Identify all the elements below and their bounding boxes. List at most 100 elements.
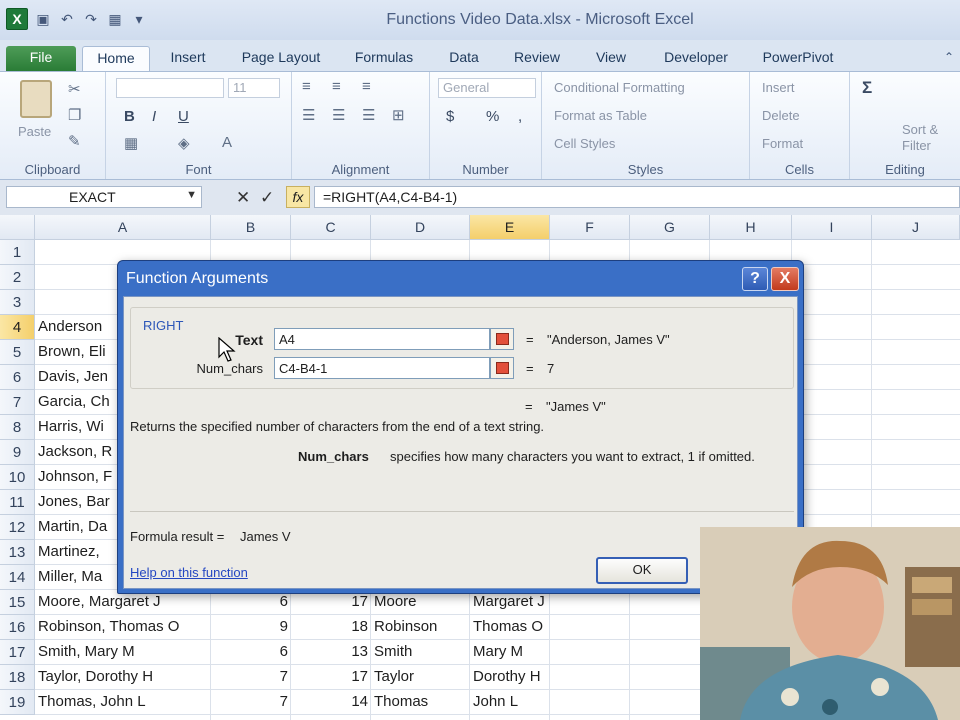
cell-a18[interactable]: Taylor, Dorothy H	[35, 665, 211, 689]
font-size-box[interactable]: 11	[228, 78, 280, 98]
align-middle-icon[interactable]: ≡	[332, 78, 341, 95]
tab-formulas[interactable]: Formulas	[346, 46, 422, 71]
currency-button[interactable]: $	[446, 108, 454, 125]
collapse-dialog-icon[interactable]	[490, 357, 514, 379]
conditional-formatting-button[interactable]: Conditional Formatting	[554, 80, 685, 95]
tab-file[interactable]: File	[6, 46, 76, 71]
row-header-13[interactable]: 13	[0, 540, 35, 565]
copy-icon[interactable]: ❐	[68, 106, 81, 124]
cell-styles-button[interactable]: Cell Styles	[554, 136, 615, 151]
row-header-4[interactable]: 4	[0, 315, 35, 340]
cell-e19[interactable]: John L	[470, 690, 550, 714]
cell-d17[interactable]: Smith	[371, 640, 470, 664]
format-as-table-button[interactable]: Format as Table	[554, 108, 647, 123]
ok-button[interactable]: OK	[596, 557, 688, 584]
underline-button[interactable]: U	[178, 108, 189, 125]
cell-c16[interactable]: 18	[291, 615, 371, 639]
cell-b19[interactable]: 7	[211, 690, 291, 714]
tab-data[interactable]: Data	[438, 46, 490, 71]
font-name-box[interactable]	[116, 78, 224, 98]
align-center-icon[interactable]: ☰	[332, 106, 345, 124]
number-format-box[interactable]: General	[438, 78, 536, 98]
cell-d19[interactable]: Thomas	[371, 690, 470, 714]
name-box[interactable]: EXACT ▼	[6, 186, 202, 208]
align-bottom-icon[interactable]: ≡	[362, 78, 371, 95]
cut-icon[interactable]: ✂	[68, 80, 81, 98]
column-header-h[interactable]: H	[710, 215, 792, 240]
insert-cells-button[interactable]: Insert	[762, 80, 795, 95]
num-chars-arg-input[interactable]: C4-B4-1	[274, 357, 490, 379]
fill-color-icon[interactable]: ◈	[178, 134, 190, 152]
column-header-f[interactable]: F	[550, 215, 630, 240]
tab-insert[interactable]: Insert	[160, 46, 216, 71]
tab-review[interactable]: Review	[506, 46, 568, 71]
paste-button[interactable]: Paste	[18, 124, 51, 139]
row-header-16[interactable]: 16	[0, 615, 35, 640]
cell-c18[interactable]: 17	[291, 665, 371, 689]
row-header-11[interactable]: 11	[0, 490, 35, 515]
tab-developer[interactable]: Developer	[654, 46, 738, 71]
cell-e18[interactable]: Dorothy H	[470, 665, 550, 689]
column-header-a[interactable]: A	[35, 215, 211, 240]
autosum-button[interactable]: Σ	[862, 78, 872, 98]
tab-page-layout[interactable]: Page Layout	[232, 46, 330, 71]
column-header-b[interactable]: B	[211, 215, 291, 240]
cell-b16[interactable]: 9	[211, 615, 291, 639]
format-cells-button[interactable]: Format	[762, 136, 803, 151]
enter-check-icon[interactable]: ✓	[260, 188, 274, 208]
cell-a16[interactable]: Robinson, Thomas O	[35, 615, 211, 639]
close-icon[interactable]: X	[771, 267, 799, 291]
align-right-icon[interactable]: ☰	[362, 106, 375, 124]
row-header-9[interactable]: 9	[0, 440, 35, 465]
row-header-10[interactable]: 10	[0, 465, 35, 490]
cell-d18[interactable]: Taylor	[371, 665, 470, 689]
cell-c19[interactable]: 14	[291, 690, 371, 714]
cell-c17[interactable]: 13	[291, 640, 371, 664]
column-header-j[interactable]: J	[872, 215, 960, 240]
format-painter-icon[interactable]: ✎	[68, 132, 81, 150]
tab-powerpivot[interactable]: PowerPivot	[754, 46, 842, 71]
sort-filter-button[interactable]: Sort &	[902, 122, 938, 137]
insert-function-icon[interactable]: fx	[286, 186, 310, 208]
help-on-function-link[interactable]: Help on this function	[130, 565, 248, 580]
align-top-icon[interactable]: ≡	[302, 78, 311, 95]
cell-a17[interactable]: Smith, Mary M	[35, 640, 211, 664]
cell-b17[interactable]: 6	[211, 640, 291, 664]
ribbon-minimize-icon[interactable]: ⌃	[944, 50, 954, 64]
delete-cells-button[interactable]: Delete	[762, 108, 800, 123]
column-header-i[interactable]: I	[792, 215, 872, 240]
comma-button[interactable]: ,	[518, 108, 522, 125]
help-icon[interactable]: ?	[742, 267, 768, 291]
row-header-14[interactable]: 14	[0, 565, 35, 590]
text-arg-input[interactable]: A4	[274, 328, 490, 350]
tab-view[interactable]: View	[584, 46, 638, 71]
paste-icon[interactable]	[20, 80, 52, 118]
formula-input[interactable]: =RIGHT(A4,C4-B4-1)	[314, 186, 960, 208]
collapse-dialog-icon[interactable]	[490, 328, 514, 350]
column-header-g[interactable]: G	[630, 215, 710, 240]
select-all-corner[interactable]	[0, 215, 35, 240]
percent-button[interactable]: %	[486, 108, 499, 125]
cell-d16[interactable]: Robinson	[371, 615, 470, 639]
row-header-12[interactable]: 12	[0, 515, 35, 540]
column-header-d[interactable]: D	[371, 215, 470, 240]
merge-center-icon[interactable]: ⊞	[392, 106, 405, 124]
cell-a19[interactable]: Thomas, John L	[35, 690, 211, 714]
row-header-7[interactable]: 7	[0, 390, 35, 415]
borders-icon[interactable]: ▦	[124, 134, 138, 152]
chevron-down-icon[interactable]: ▼	[186, 189, 197, 201]
row-header-19[interactable]: 19	[0, 690, 35, 715]
row-header-17[interactable]: 17	[0, 640, 35, 665]
row-header-6[interactable]: 6	[0, 365, 35, 390]
row-header-15[interactable]: 15	[0, 590, 35, 615]
column-header-c[interactable]: C	[291, 215, 371, 240]
row-header-3[interactable]: 3	[0, 290, 35, 315]
cell-e17[interactable]: Mary M	[470, 640, 550, 664]
cell-e16[interactable]: Thomas O	[470, 615, 550, 639]
italic-button[interactable]: I	[152, 108, 156, 125]
cell-b18[interactable]: 7	[211, 665, 291, 689]
cancel-icon[interactable]: ✕	[236, 188, 250, 208]
row-header-5[interactable]: 5	[0, 340, 35, 365]
row-header-1[interactable]: 1	[0, 240, 35, 265]
align-left-icon[interactable]: ☰	[302, 106, 315, 124]
